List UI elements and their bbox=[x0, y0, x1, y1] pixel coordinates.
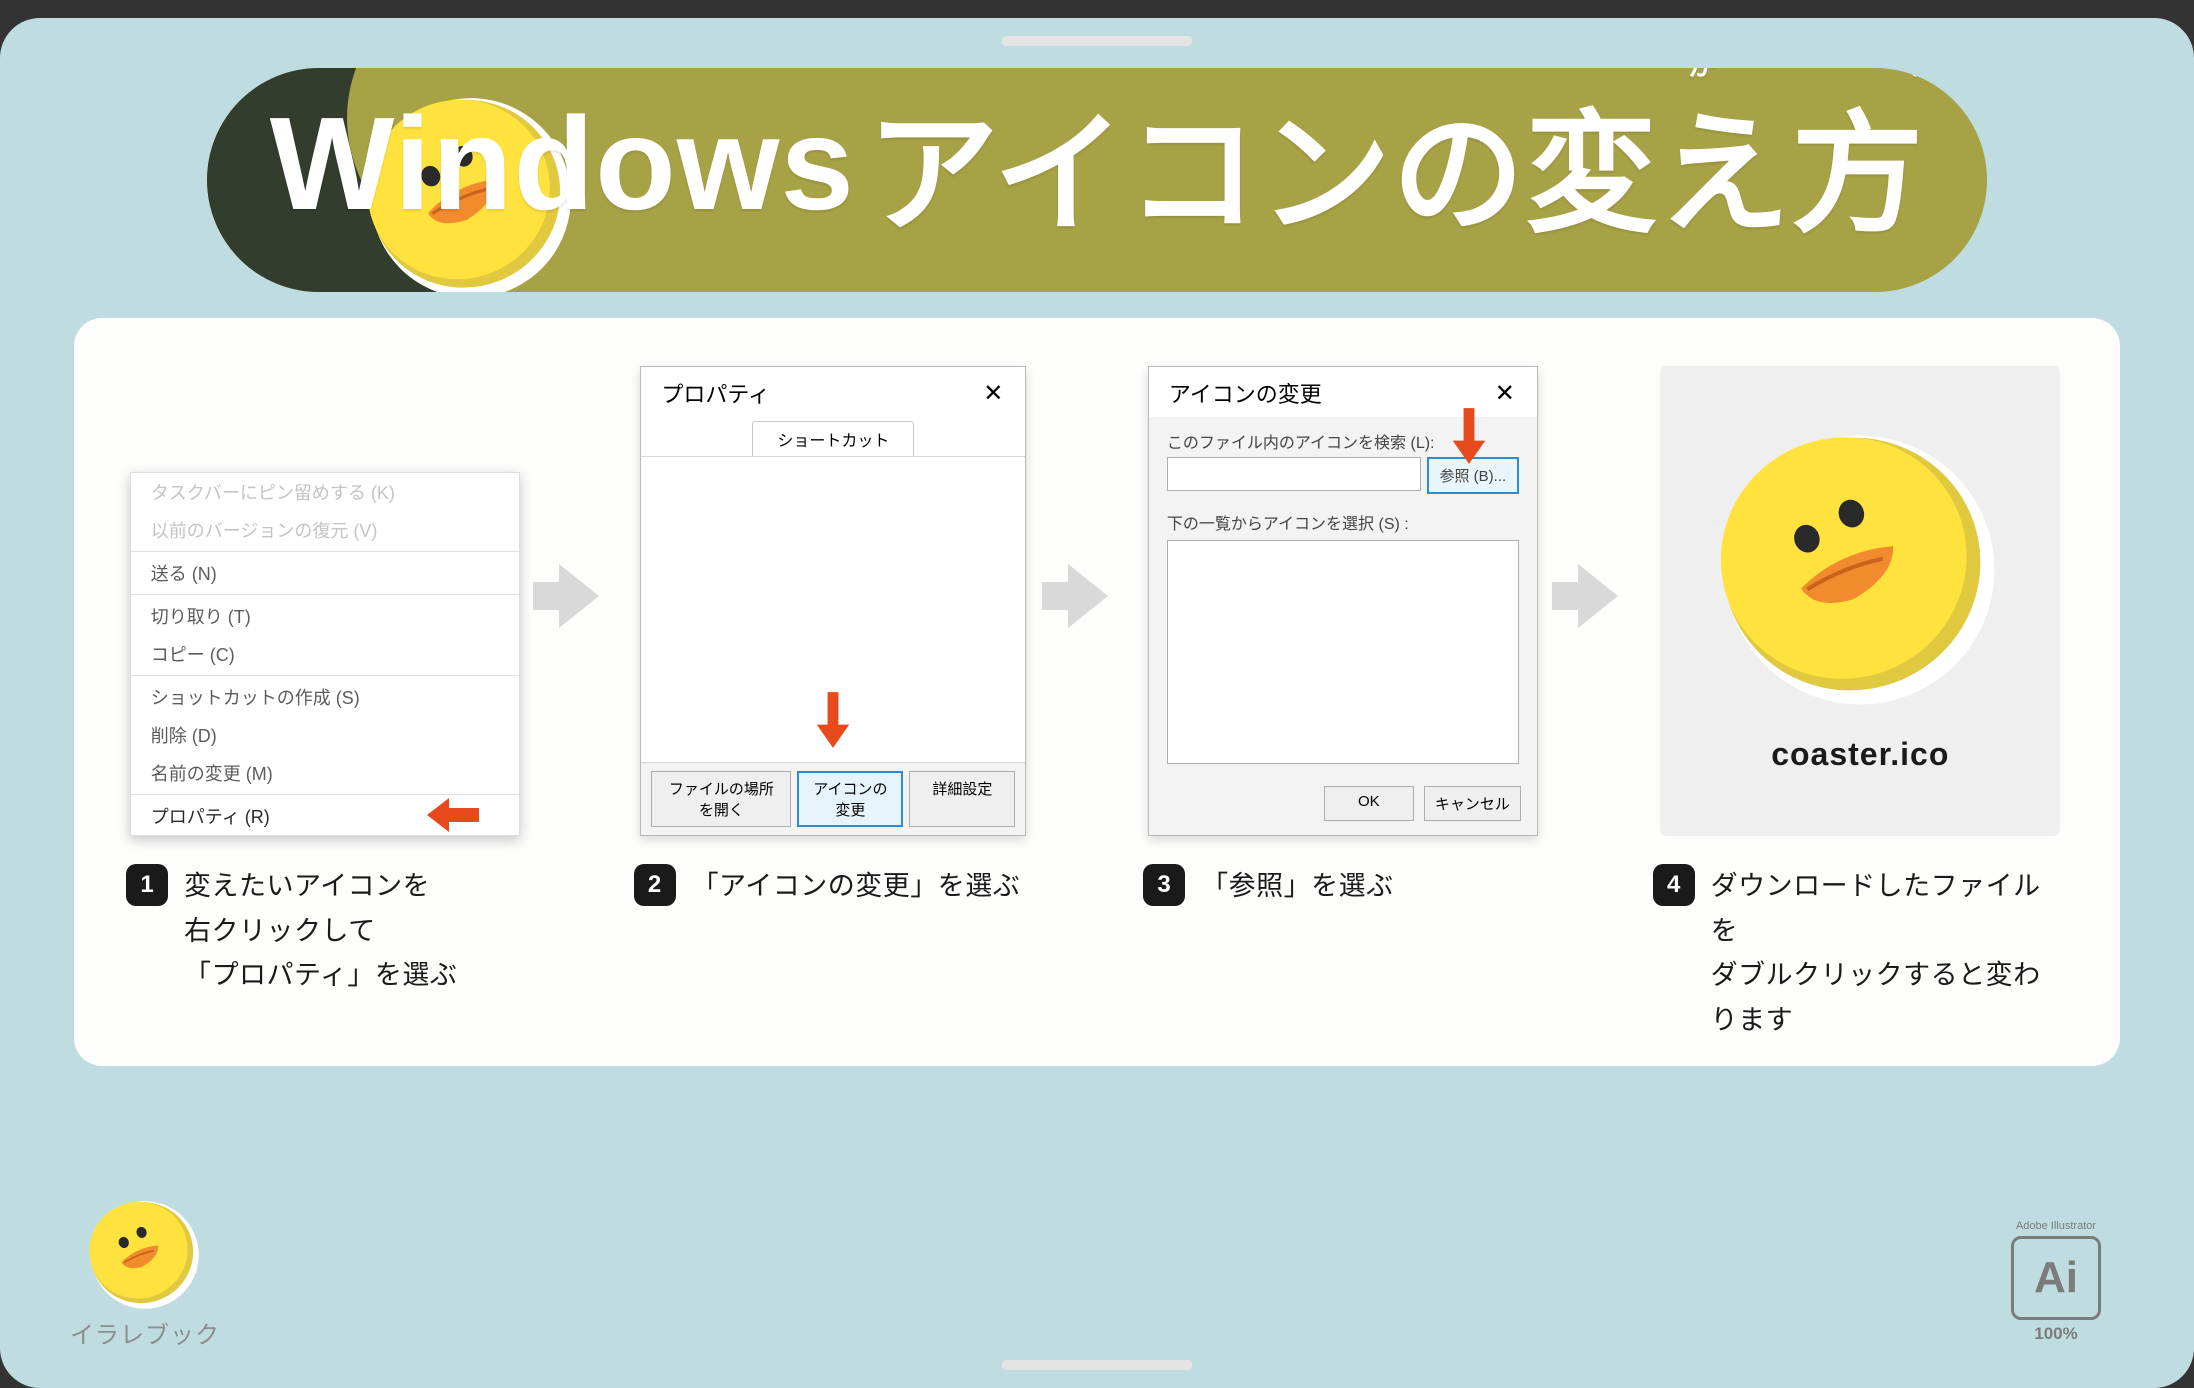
result-panel: coaster.ico bbox=[1660, 366, 2060, 836]
dialog-footer: ファイルの場所を開く アイコンの変更 詳細設定 bbox=[641, 762, 1025, 835]
page-title: か かた Windows アイコンの変え方 bbox=[207, 68, 1987, 259]
flow-arrow bbox=[1563, 356, 1633, 836]
menu-item-cut[interactable]: 切り取り (T) bbox=[131, 597, 519, 635]
sally-icon bbox=[73, 1183, 217, 1327]
flow-arrow bbox=[544, 356, 614, 836]
sally-icon bbox=[1681, 390, 2040, 749]
menu-item-delete[interactable]: 削除 (D) bbox=[131, 716, 519, 754]
title-jp: アイコンの変え方 bbox=[867, 68, 1924, 259]
separator bbox=[131, 551, 519, 552]
chevron-right-icon bbox=[559, 564, 599, 628]
footer-brand-text: イラレブック bbox=[70, 1315, 220, 1350]
step-2: プロパティ ✕ ショートカット ファイルの場所を開く アイコンの変更 詳細設定 bbox=[634, 356, 1034, 909]
menu-item-label: プロパティ (R) bbox=[151, 807, 270, 827]
ruby-kata: かた bbox=[1911, 68, 1969, 84]
step-4: coaster.ico 4 ダウンロードしたファイルをダブルクリックすると変わり… bbox=[1653, 356, 2068, 1042]
ai-mark: Ai bbox=[2011, 1236, 2101, 1320]
context-menu: タスクバーにピン留めする (K) 以前のバージョンの復元 (V) 送る (N) … bbox=[130, 472, 520, 836]
menu-item-shortcut[interactable]: ショットカットの作成 (S) bbox=[131, 678, 519, 716]
step-caption: 「参照」を選ぶ bbox=[1201, 864, 1394, 909]
ai-label: Adobe Illustrator bbox=[2002, 1220, 2110, 1232]
step-caption: 変えたいアイコンを右クリックして「プロパティ」を選ぶ bbox=[184, 864, 457, 998]
content-card: タスクバーにピン留めする (K) 以前のバージョンの復元 (V) 送る (N) … bbox=[74, 318, 2120, 1066]
title-en: Windows bbox=[270, 88, 855, 239]
close-icon[interactable]: ✕ bbox=[1489, 379, 1521, 408]
tab-strip: ショートカット bbox=[641, 417, 1025, 457]
separator bbox=[131, 594, 519, 595]
dialog-title: アイコンの変更 bbox=[1169, 377, 1322, 409]
ruby-ka: か bbox=[1688, 68, 1717, 84]
tab-shortcut[interactable]: ショートカット bbox=[752, 421, 914, 456]
icon-path-input[interactable] bbox=[1167, 457, 1421, 491]
viewport: か かた Windows アイコンの変え方 タスクバーにピン留めする (K) 以… bbox=[0, 18, 2194, 1388]
dialog-title: プロパティ bbox=[661, 377, 770, 409]
step-number: 1 bbox=[126, 864, 168, 906]
chevron-right-icon bbox=[1578, 564, 1618, 628]
select-label: 下の一覧からアイコンを選択 (S) : bbox=[1167, 510, 1519, 534]
step-number: 3 bbox=[1143, 864, 1185, 906]
menu-item-restore[interactable]: 以前のバージョンの復元 (V) bbox=[131, 511, 519, 549]
properties-dialog: プロパティ ✕ ショートカット ファイルの場所を開く アイコンの変更 詳細設定 bbox=[640, 366, 1026, 836]
step-caption: 「アイコンの変更」を選ぶ bbox=[692, 864, 1021, 909]
change-icon-dialog: アイコンの変更 ✕ このファイル内のアイコンを検索 (L): 参照 (B)...… bbox=[1148, 366, 1538, 836]
flow-arrow bbox=[1053, 356, 1123, 836]
step-number: 4 bbox=[1653, 864, 1695, 906]
dialog-body bbox=[641, 457, 1025, 762]
cancel-button[interactable]: キャンセル bbox=[1424, 786, 1521, 821]
detail-button[interactable]: 詳細設定 bbox=[909, 771, 1015, 827]
dialog-footer: OK キャンセル bbox=[1149, 776, 1537, 835]
step-number: 2 bbox=[634, 864, 676, 906]
banner: か かた Windows アイコンの変え方 bbox=[207, 68, 1987, 292]
separator bbox=[131, 794, 519, 795]
step-1: タスクバーにピン留めする (K) 以前のバージョンの復元 (V) 送る (N) … bbox=[126, 356, 524, 998]
chevron-right-icon bbox=[1068, 564, 1108, 628]
ai-percent: 100% bbox=[2002, 1324, 2110, 1344]
ok-button[interactable]: OK bbox=[1324, 786, 1414, 821]
arrow-down-icon bbox=[809, 684, 857, 756]
menu-item-pin[interactable]: タスクバーにピン留めする (K) bbox=[131, 473, 519, 511]
ai-badge: Adobe Illustrator Ai 100% bbox=[2002, 1220, 2110, 1344]
ruler-top bbox=[1002, 36, 1192, 46]
open-location-button[interactable]: ファイルの場所を開く bbox=[651, 771, 791, 827]
menu-item-copy[interactable]: コピー (C) bbox=[131, 635, 519, 673]
icon-listbox[interactable] bbox=[1167, 540, 1519, 764]
dialog-titlebar: プロパティ ✕ bbox=[641, 367, 1025, 417]
arrow-down-icon bbox=[1445, 407, 1493, 465]
menu-item-send[interactable]: 送る (N) bbox=[131, 554, 519, 592]
dialog-body: このファイル内のアイコンを検索 (L): 参照 (B)... 下の一覧からアイコ… bbox=[1149, 417, 1537, 776]
menu-item-properties[interactable]: プロパティ (R) bbox=[131, 797, 519, 835]
step-caption: ダウンロードしたファイルをダブルクリックすると変わります bbox=[1711, 864, 2068, 1042]
close-icon[interactable]: ✕ bbox=[977, 379, 1009, 408]
step-3: アイコンの変更 ✕ このファイル内のアイコンを検索 (L): 参照 (B)...… bbox=[1143, 356, 1543, 909]
menu-item-rename[interactable]: 名前の変更 (M) bbox=[131, 754, 519, 792]
change-icon-button[interactable]: アイコンの変更 bbox=[797, 771, 903, 827]
footer-brand: イラレブック bbox=[70, 1199, 220, 1350]
separator bbox=[131, 675, 519, 676]
ruler-bottom bbox=[1002, 1360, 1192, 1370]
arrow-left-icon bbox=[427, 798, 479, 832]
